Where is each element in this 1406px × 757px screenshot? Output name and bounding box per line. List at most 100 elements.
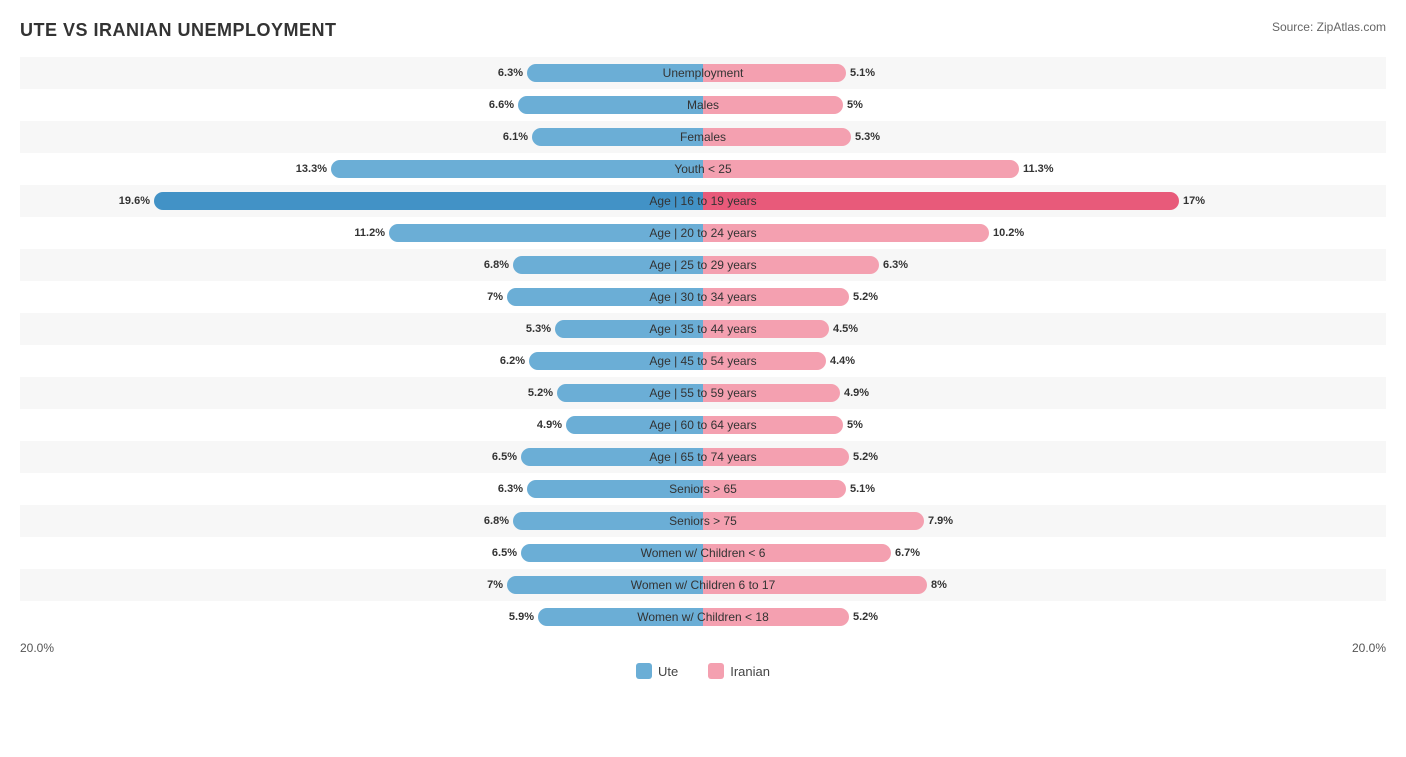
value-left: 5.9% (509, 611, 534, 623)
bar-ute (557, 384, 703, 402)
value-right: 5.1% (850, 67, 875, 79)
value-left: 5.2% (528, 387, 553, 399)
bar-ute (518, 96, 703, 114)
bar-iranian (703, 608, 849, 626)
value-left: 6.3% (498, 483, 523, 495)
bar-ute (513, 256, 703, 274)
bar-iranian (703, 448, 849, 466)
axis-left: 20.0% (20, 641, 54, 655)
bar-iranian (703, 416, 843, 434)
chart-row: 19.6%17%Age | 16 to 19 years (20, 185, 1386, 217)
bar-ute (566, 416, 703, 434)
bar-iranian (703, 96, 843, 114)
legend: Ute Iranian (20, 663, 1386, 679)
bar-iranian (703, 128, 851, 146)
bar-ute (532, 128, 703, 146)
value-right: 7.9% (928, 515, 953, 527)
chart-row: 11.2%10.2%Age | 20 to 24 years (20, 217, 1386, 249)
value-right: 11.3% (1023, 163, 1054, 175)
chart-row: 6.5%5.2%Age | 65 to 74 years (20, 441, 1386, 473)
value-left: 6.8% (484, 515, 509, 527)
bar-ute (507, 576, 703, 594)
bar-ute (529, 352, 703, 370)
value-left: 6.8% (484, 259, 509, 271)
value-left: 7% (487, 291, 503, 303)
bar-ute (389, 224, 703, 242)
value-left: 7% (487, 579, 503, 591)
legend-ute-box (636, 663, 652, 679)
bar-iranian (703, 192, 1179, 210)
bar-ute (331, 160, 703, 178)
value-left: 13.3% (296, 163, 327, 175)
value-right: 4.5% (833, 323, 858, 335)
chart-row: 13.3%11.3%Youth < 25 (20, 153, 1386, 185)
bar-ute (521, 544, 703, 562)
chart-row: 6.3%5.1%Seniors > 65 (20, 473, 1386, 505)
bar-ute (538, 608, 703, 626)
bar-iranian (703, 352, 826, 370)
legend-ute-label: Ute (658, 664, 678, 679)
chart-row: 6.1%5.3%Females (20, 121, 1386, 153)
value-right: 17% (1183, 195, 1205, 207)
chart-row: 5.9%5.2%Women w/ Children < 18 (20, 601, 1386, 633)
chart-header: UTE VS IRANIAN UNEMPLOYMENT Source: ZipA… (20, 20, 1386, 41)
chart-row: 6.5%6.7%Women w/ Children < 6 (20, 537, 1386, 569)
bar-ute (527, 480, 703, 498)
axis-row: 20.0% 20.0% (20, 641, 1386, 655)
chart-row: 6.8%6.3%Age | 25 to 29 years (20, 249, 1386, 281)
chart-row: 7%8%Women w/ Children 6 to 17 (20, 569, 1386, 601)
bar-iranian (703, 64, 846, 82)
value-right: 8% (931, 579, 947, 591)
bar-iranian (703, 256, 879, 274)
chart-source: Source: ZipAtlas.com (1272, 20, 1386, 34)
legend-iranian-label: Iranian (730, 664, 770, 679)
value-left: 6.5% (492, 547, 517, 559)
axis-right: 20.0% (1352, 641, 1386, 655)
value-left: 11.2% (354, 227, 385, 239)
value-left: 6.1% (503, 131, 528, 143)
bar-ute (527, 64, 703, 82)
value-right: 5.2% (853, 611, 878, 623)
legend-ute: Ute (636, 663, 678, 679)
value-right: 10.2% (993, 227, 1024, 239)
bar-iranian (703, 512, 924, 530)
bar-iranian (703, 224, 989, 242)
legend-iranian-box (708, 663, 724, 679)
value-right: 5% (847, 99, 863, 111)
chart-row: 7%5.2%Age | 30 to 34 years (20, 281, 1386, 313)
bar-iranian (703, 480, 846, 498)
bar-ute (507, 288, 703, 306)
bar-iranian (703, 320, 829, 338)
value-right: 4.4% (830, 355, 855, 367)
value-left: 6.5% (492, 451, 517, 463)
value-left: 19.6% (119, 195, 150, 207)
value-right: 5.2% (853, 291, 878, 303)
chart-title: UTE VS IRANIAN UNEMPLOYMENT (20, 20, 337, 41)
chart-row: 5.2%4.9%Age | 55 to 59 years (20, 377, 1386, 409)
value-right: 4.9% (844, 387, 869, 399)
chart-row: 6.2%4.4%Age | 45 to 54 years (20, 345, 1386, 377)
value-right: 6.7% (895, 547, 920, 559)
value-left: 6.6% (489, 99, 514, 111)
chart-row: 6.6%5%Males (20, 89, 1386, 121)
bar-iranian (703, 160, 1019, 178)
value-right: 5.2% (853, 451, 878, 463)
bar-ute (513, 512, 703, 530)
bar-iranian (703, 384, 840, 402)
value-right: 5.1% (850, 483, 875, 495)
chart-container: UTE VS IRANIAN UNEMPLOYMENT Source: ZipA… (20, 20, 1386, 679)
bar-iranian (703, 288, 849, 306)
legend-iranian: Iranian (708, 663, 770, 679)
chart-row: 4.9%5%Age | 60 to 64 years (20, 409, 1386, 441)
value-right: 5% (847, 419, 863, 431)
value-left: 4.9% (537, 419, 562, 431)
bar-iranian (703, 544, 891, 562)
value-right: 5.3% (855, 131, 880, 143)
chart-body: 6.3%5.1%Unemployment6.6%5%Males6.1%5.3%F… (20, 57, 1386, 633)
value-left: 6.3% (498, 67, 523, 79)
value-left: 6.2% (500, 355, 525, 367)
bar-ute (555, 320, 703, 338)
value-right: 6.3% (883, 259, 908, 271)
bar-ute (154, 192, 703, 210)
bar-iranian (703, 576, 927, 594)
